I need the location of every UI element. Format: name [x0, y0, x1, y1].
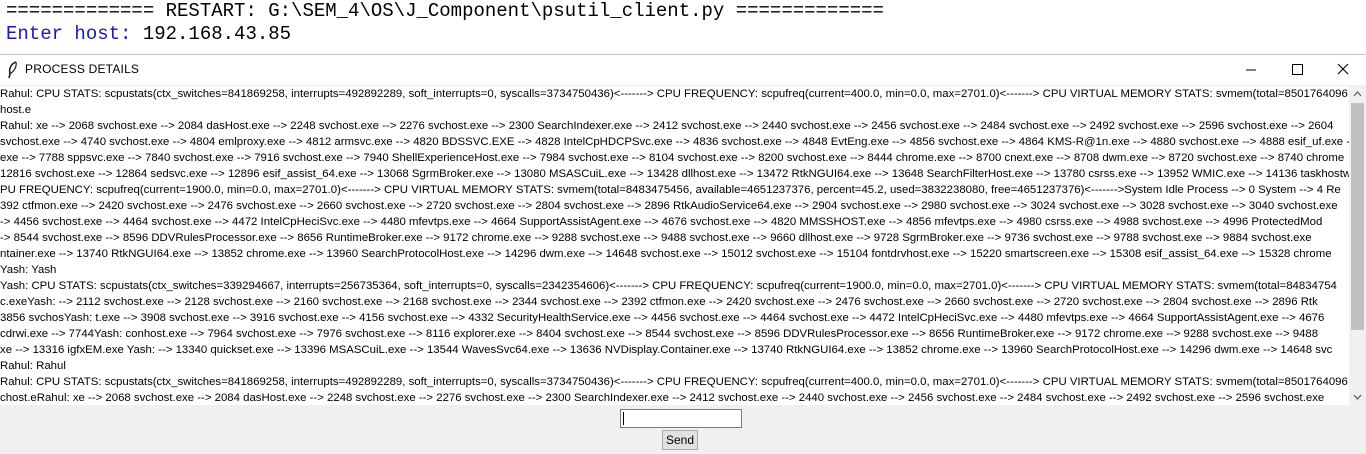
log-line: cdrwi.exe --> 7744Yash: conhost.exe --> …	[0, 328, 1319, 340]
log-line: PU FREQUENCY: scpufreq(current=1900.0, m…	[0, 184, 1341, 196]
log-line: Rahul: CPU STATS: scpustats(ctx_switches…	[0, 88, 1349, 100]
log-line: 3856 svchosYash: t.exe --> 3908 svchost.…	[0, 312, 1325, 324]
log-line: 392 ctfmon.exe --> 2420 svchost.exe --> …	[0, 200, 1338, 212]
process-log-textarea[interactable]: Rahul: CPU STATS: scpustats(ctx_switches…	[0, 86, 1349, 405]
log-line: 12816 svchost.exe --> 12864 sedsvc.exe -…	[0, 168, 1349, 180]
message-entry[interactable]	[620, 409, 742, 428]
restart-banner: ============= RESTART: G:\SEM_4\OS\J_Com…	[6, 0, 884, 22]
host-value: 192.168.43.85	[131, 23, 292, 45]
minimize-button[interactable]	[1228, 55, 1274, 85]
log-line: ntainer.exe --> 13740 RtkNGUI64.exe --> …	[0, 248, 1332, 260]
send-button[interactable]: Send	[662, 430, 698, 450]
log-line: -> 8544 svchost.exe --> 8596 DDVRulesPro…	[0, 232, 1312, 244]
log-line: Rahul: xe --> 2068 svchost.exe --> 2084 …	[0, 120, 1334, 132]
python-shell-output: ============= RESTART: G:\SEM_4\OS\J_Com…	[0, 0, 1366, 52]
host-prompt-line: Enter host: 192.168.43.85	[0, 23, 1366, 46]
title-bar[interactable]: PROCESS DETAILS	[0, 55, 1366, 85]
log-line: Yash: Yash	[0, 264, 57, 276]
log-line: host.e	[0, 104, 32, 116]
window-title: PROCESS DETAILS	[25, 62, 140, 76]
log-line: chost.eRahul: xe --> 2068 svchost.exe --…	[0, 392, 1325, 404]
log-line: exe --> 7788 sppsvc.exe --> 7840 svchost…	[0, 152, 1345, 164]
text-caret	[623, 412, 624, 425]
close-button[interactable]	[1320, 55, 1366, 85]
scroll-thumb[interactable]	[1351, 103, 1364, 330]
process-details-window: PROCESS DETAILS Rahul: CPU STATS: scpust…	[0, 54, 1366, 454]
scroll-down-arrow-icon[interactable]	[1349, 388, 1366, 405]
log-line: xe --> 13316 igfxEM.exe Yash: --> 13340 …	[0, 344, 1333, 356]
log-line: -> 4456 svchost.exe --> 4464 svchost.exe…	[0, 216, 1323, 228]
feather-icon	[8, 61, 17, 79]
close-icon	[1337, 63, 1349, 75]
log-line: svchost.exe --> 4740 svchost.exe --> 480…	[0, 136, 1349, 148]
log-line: c.exeYash: --> 2112 svchost.exe --> 2128…	[0, 296, 1318, 308]
maximize-button[interactable]	[1274, 55, 1320, 85]
log-line: Rahul: Rahul	[0, 360, 66, 372]
maximize-icon	[1292, 64, 1303, 75]
log-line: Yash: CPU STATS: scpustats(ctx_switches=…	[0, 280, 1337, 292]
scroll-up-arrow-icon[interactable]	[1349, 86, 1366, 103]
host-prompt-label: Enter host:	[6, 23, 132, 45]
vertical-scrollbar[interactable]	[1349, 86, 1366, 405]
minimize-icon	[1246, 69, 1256, 71]
log-line: Rahul: CPU STATS: scpustats(ctx_switches…	[0, 376, 1349, 388]
